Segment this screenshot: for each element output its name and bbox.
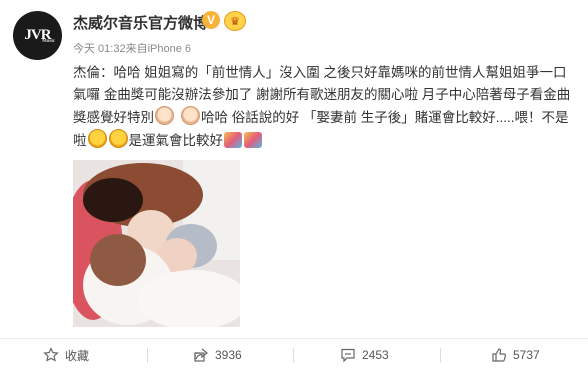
star-icon <box>43 347 59 362</box>
like-count: 5737 <box>513 348 540 362</box>
comment-count: 2453 <box>362 348 389 362</box>
baby-emoji <box>155 106 174 125</box>
baby-emoji <box>181 106 200 125</box>
favorite-label: 收藏 <box>65 348 90 363</box>
share-icon <box>194 348 208 362</box>
photo-image <box>73 160 240 327</box>
action-separator <box>293 348 294 363</box>
favorite-button[interactable]: 收藏 <box>43 339 89 371</box>
comment-icon <box>341 348 355 363</box>
author-name[interactable]: 杰威尔音乐官方微博 <box>73 12 208 33</box>
laugh-emoji <box>87 129 107 148</box>
party-emoji <box>244 132 262 148</box>
post-header: JVR Music 杰威尔音乐官方微博 V ♛ 今天 01:32来自iPhone… <box>0 0 588 66</box>
verified-badge-icon: V <box>202 11 220 29</box>
share-button[interactable]: 3936 <box>193 339 242 371</box>
like-button[interactable]: 5737 <box>491 339 540 371</box>
post-text-part-3: 是運氣會比較好 <box>128 133 224 148</box>
action-bar: 收藏 3936 2453 5737 <box>0 339 588 371</box>
party-emoji <box>224 132 242 148</box>
share-count: 3936 <box>215 348 242 362</box>
avatar[interactable]: JVR Music <box>13 11 62 60</box>
action-separator <box>440 348 441 363</box>
thumbs-up-icon <box>492 348 507 362</box>
crown-icon: ♛ <box>224 11 246 31</box>
post-text: 杰倫：哈哈 姐姐寫的「前世情人」沒入圍 之後只好靠媽咪的前世情人幫姐姐爭一口氣囉… <box>73 62 578 152</box>
action-separator <box>147 348 148 363</box>
post-meta: 今天 01:32来自iPhone 6 <box>73 43 192 55</box>
avatar-logo-subtext: Music <box>41 39 55 44</box>
laugh-emoji <box>108 129 128 148</box>
post-photo[interactable] <box>73 160 240 327</box>
comment-button[interactable]: 2453 <box>340 339 389 371</box>
